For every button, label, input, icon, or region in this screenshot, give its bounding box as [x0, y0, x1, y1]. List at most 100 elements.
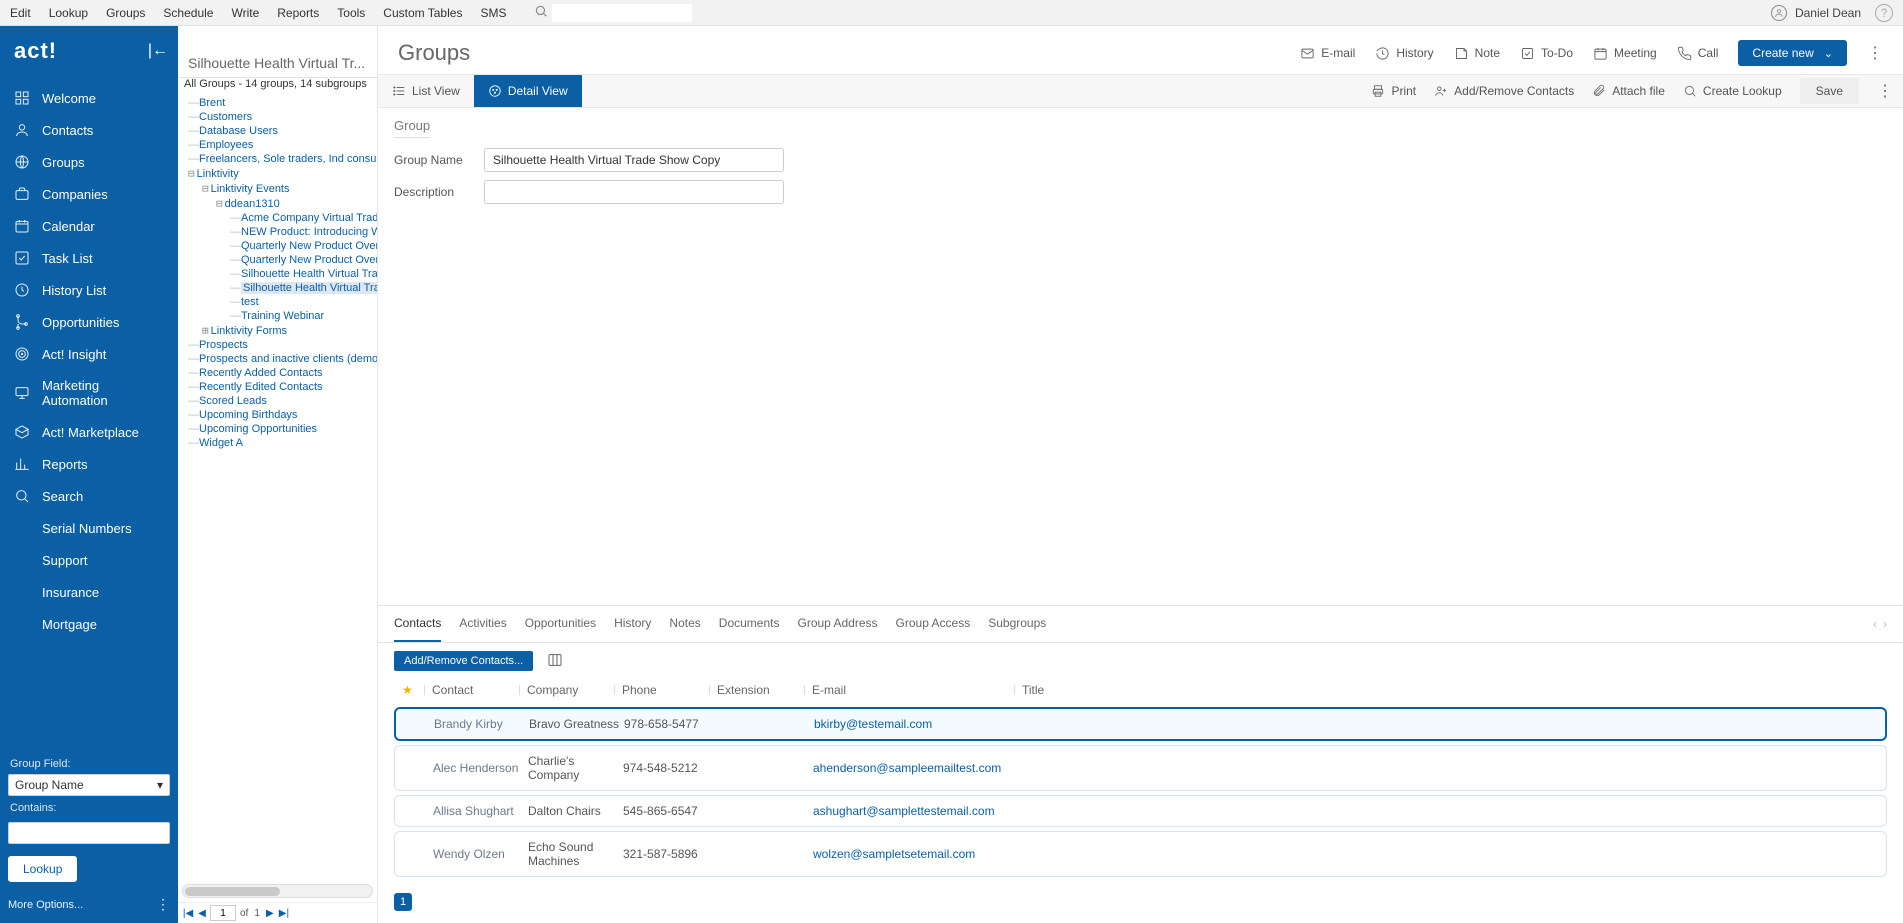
tree-toggle-icon[interactable]: ⊞: [202, 324, 209, 337]
tab-scroll-left-icon[interactable]: ‹: [1873, 617, 1877, 631]
sidebar-item-search[interactable]: Search: [0, 480, 178, 512]
pager-next-icon[interactable]: ▶: [264, 906, 276, 920]
menu-write[interactable]: Write: [231, 6, 259, 20]
table-row[interactable]: Wendy OlzenEcho Sound Machines321-587-58…: [394, 831, 1887, 877]
tab-detail-view[interactable]: Detail View: [474, 75, 582, 107]
tree-node[interactable]: —Database Users: [188, 124, 377, 138]
sidebar-item-calendar[interactable]: Calendar: [0, 210, 178, 242]
action-meeting[interactable]: Meeting: [1593, 46, 1657, 61]
tree-node[interactable]: —Upcoming Opportunities: [188, 422, 377, 436]
tree-horizontal-scrollbar[interactable]: [182, 884, 373, 898]
tree-link[interactable]: NEW Product: Introducing Widget: [241, 226, 377, 238]
action-todo[interactable]: To-Do: [1520, 46, 1573, 61]
tree-link[interactable]: Recently Added Contacts: [199, 367, 323, 379]
tree-node[interactable]: ⊟Linktivity Events: [188, 181, 377, 196]
sidebar-item-companies[interactable]: Companies: [0, 178, 178, 210]
tree-node[interactable]: —Customers: [188, 110, 377, 124]
tab-list-view[interactable]: List View: [378, 75, 474, 107]
tree-link[interactable]: ddean1310: [225, 198, 280, 210]
tree-link[interactable]: Upcoming Opportunities: [199, 423, 317, 435]
tree-node[interactable]: —Quarterly New Product Overview: [188, 253, 377, 267]
tree-node[interactable]: ⊟ddean1310: [188, 196, 377, 211]
save-button[interactable]: Save: [1800, 78, 1859, 104]
sidebar-item-opportunities[interactable]: Opportunities: [0, 306, 178, 338]
tree-link[interactable]: Quarterly New Product Overview: [241, 240, 377, 252]
email-link[interactable]: ashughart@samplettestemail.com: [813, 804, 995, 818]
action-email[interactable]: E-mail: [1300, 46, 1355, 61]
pager-prev-icon[interactable]: ◀: [196, 906, 208, 920]
tree-link[interactable]: Database Users: [199, 125, 278, 137]
toolbar-more-icon[interactable]: ⋮: [1877, 81, 1893, 101]
tree-toggle-icon[interactable]: ⊟: [202, 182, 209, 195]
tree-node[interactable]: —Employees: [188, 138, 377, 152]
tab-notes[interactable]: Notes: [669, 606, 700, 642]
pager-last-icon[interactable]: ▶|: [278, 906, 290, 920]
tree-toggle-icon[interactable]: ⊟: [188, 167, 195, 180]
global-search-input[interactable]: [552, 4, 692, 22]
pager-page-input[interactable]: [210, 905, 236, 921]
tree-link[interactable]: Linktivity Events: [211, 183, 290, 195]
sidebar-item-contacts[interactable]: Contacts: [0, 114, 178, 146]
action-note[interactable]: Note: [1454, 46, 1500, 61]
tree-node[interactable]: —Prospects: [188, 338, 377, 352]
col-extension[interactable]: Extension: [717, 683, 812, 697]
tree-node[interactable]: —Silhouette Health Virtual Trade Show: [188, 267, 377, 281]
tree-link[interactable]: Linktivity Forms: [211, 325, 287, 337]
tab-history[interactable]: History: [614, 606, 651, 642]
tree-node[interactable]: —Prospects and inactive clients (demo): [188, 352, 377, 366]
more-options-link[interactable]: More Options...: [8, 899, 83, 911]
tab-group-address[interactable]: Group Address: [797, 606, 877, 642]
tree-link[interactable]: Acme Company Virtual Trade Show: [241, 212, 377, 224]
sidebar-item-act-insight[interactable]: Act! Insight: [0, 338, 178, 370]
tree-link[interactable]: Customers: [199, 111, 252, 123]
description-input[interactable]: [484, 180, 784, 204]
sidebar-item-history-list[interactable]: History List: [0, 274, 178, 306]
sidebar-item-marketing-automation[interactable]: Marketing Automation: [0, 370, 178, 416]
menu-sms[interactable]: SMS: [480, 6, 506, 20]
pager-first-icon[interactable]: |◀: [182, 906, 194, 920]
sidebar-item-reports[interactable]: Reports: [0, 448, 178, 480]
sidebar-item-serial-numbers[interactable]: Serial Numbers: [0, 512, 178, 544]
tree-node[interactable]: —NEW Product: Introducing Widget: [188, 225, 377, 239]
tree-node[interactable]: —Training Webinar: [188, 309, 377, 323]
toolbar-create-lookup[interactable]: Create Lookup: [1683, 84, 1782, 98]
menu-edit[interactable]: Edit: [10, 6, 31, 20]
tree-link[interactable]: Prospects: [199, 339, 248, 351]
tree-link[interactable]: Upcoming Birthdays: [199, 409, 297, 421]
toolbar-add-remove-contacts[interactable]: Add/Remove Contacts: [1434, 84, 1574, 98]
tree-node[interactable]: —Quarterly New Product Overview: [188, 239, 377, 253]
tree-link[interactable]: Silhouette Health Virtual Trade Show: [241, 282, 377, 294]
col-title[interactable]: Title: [1022, 683, 1102, 697]
lookup-button[interactable]: Lookup: [8, 856, 77, 882]
tree-node[interactable]: —Recently Edited Contacts: [188, 380, 377, 394]
tree-node[interactable]: —Recently Added Contacts: [188, 366, 377, 380]
col-company[interactable]: Company: [527, 683, 622, 697]
menu-schedule[interactable]: Schedule: [163, 6, 213, 20]
create-new-button[interactable]: Create new⌄: [1738, 40, 1847, 66]
sidebar-item-groups[interactable]: Groups: [0, 146, 178, 178]
group-field-select[interactable]: Group Name ▾: [8, 774, 170, 796]
collapse-sidebar-icon[interactable]: |←: [148, 42, 168, 60]
tree-node[interactable]: —Upcoming Birthdays: [188, 408, 377, 422]
tree-node[interactable]: —Acme Company Virtual Trade Show: [188, 211, 377, 225]
email-link[interactable]: bkirby@testemail.com: [814, 717, 932, 731]
tree-link[interactable]: Recently Edited Contacts: [199, 381, 323, 393]
email-link[interactable]: wolzen@sampletsetemail.com: [813, 847, 975, 861]
tree-link[interactable]: test: [241, 296, 259, 308]
menu-lookup[interactable]: Lookup: [49, 6, 88, 20]
pagination-page-1[interactable]: 1: [394, 893, 412, 911]
add-remove-contacts-button[interactable]: Add/Remove Contacts...: [394, 651, 533, 671]
sidebar-item-mortgage[interactable]: Mortgage: [0, 608, 178, 640]
tree-link[interactable]: Quarterly New Product Overview: [241, 254, 377, 266]
tree-node[interactable]: —test: [188, 295, 377, 309]
table-row[interactable]: Brandy KirbyBravo Greatness978-658-5477b…: [394, 707, 1887, 741]
tree-node[interactable]: —Freelancers, Sole traders, Ind consulta…: [188, 152, 377, 166]
tab-scroll-right-icon[interactable]: ›: [1883, 617, 1887, 631]
table-row[interactable]: Alec HendersonCharlie's Company974-548-5…: [394, 745, 1887, 791]
sidebar-item-insurance[interactable]: Insurance: [0, 576, 178, 608]
tab-group-access[interactable]: Group Access: [896, 606, 971, 642]
sidebar-item-welcome[interactable]: Welcome: [0, 82, 178, 114]
email-link[interactable]: ahenderson@sampleemailtest.com: [813, 761, 1001, 775]
col-contact[interactable]: Contact: [432, 683, 527, 697]
sidebar-item-task-list[interactable]: Task List: [0, 242, 178, 274]
